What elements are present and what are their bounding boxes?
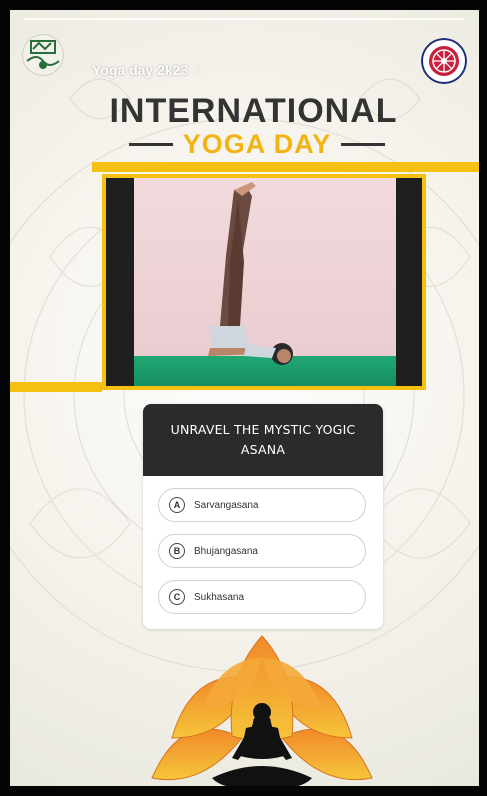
title-dash-right xyxy=(341,142,386,146)
yellow-bar-bottom xyxy=(10,382,102,392)
quiz-option-c[interactable]: C Sukhasana xyxy=(158,580,366,614)
story-progress-bar xyxy=(24,18,465,20)
option-label-a: Sarvangasana xyxy=(194,499,259,511)
quiz-option-a[interactable]: A Sarvangasana xyxy=(158,488,366,522)
lotus-meditation-icon xyxy=(151,635,373,786)
banner-title-line2-wrap: YOGA DAY xyxy=(122,127,392,161)
story-title[interactable]: Yoga day 2k23 xyxy=(92,62,188,78)
user-avatar-icon[interactable] xyxy=(22,34,64,76)
quiz-question: UNRAVEL THE MYSTIC YOGIC ASANA xyxy=(143,404,383,476)
quiz-option-b[interactable]: B Bhujangasana xyxy=(158,534,366,568)
story-header: Yoga day 2k23 3 d xyxy=(22,34,467,84)
story-frame: Yoga day 2k23 3 d INTERNATIONAL YOGA DAY xyxy=(0,0,487,796)
asana-photo xyxy=(106,178,422,386)
banner-title-line2: YOGA DAY xyxy=(182,128,332,159)
yellow-bar-top xyxy=(92,162,479,172)
yoga-person-figure xyxy=(208,182,293,365)
option-label-c: Sukhasana xyxy=(194,591,245,603)
option-label-b: Bhujangasana xyxy=(194,545,258,557)
title-dash-left xyxy=(128,142,173,146)
quiz-card: UNRAVEL THE MYSTIC YOGIC ASANA A Sarvang… xyxy=(143,404,383,629)
story-time: 3 d xyxy=(182,62,201,77)
emblem-icon xyxy=(421,38,467,84)
option-letter-c: C xyxy=(169,589,185,605)
photo-frame xyxy=(102,174,426,390)
option-letter-a: A xyxy=(169,497,185,513)
option-letter-b: B xyxy=(169,543,185,559)
banner-title-line1: INTERNATIONAL xyxy=(109,92,398,130)
